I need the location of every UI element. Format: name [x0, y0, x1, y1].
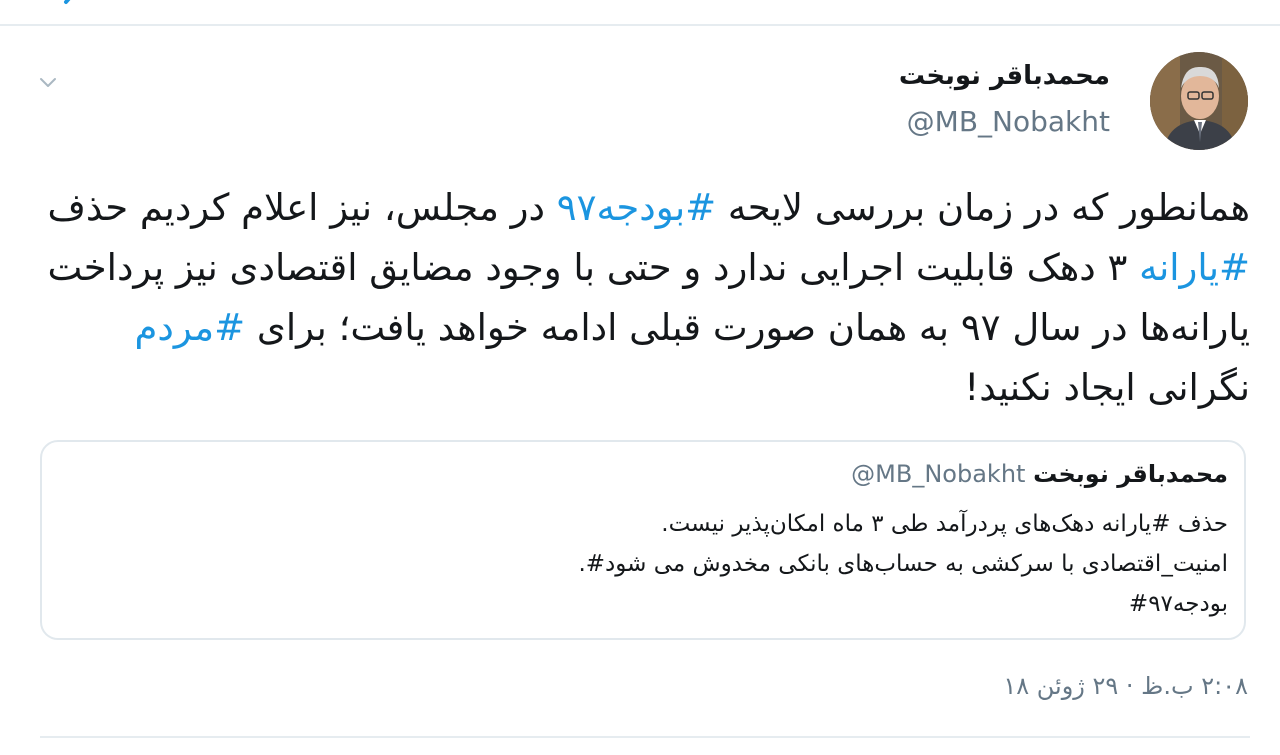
- quoted-line: حذف #یارانه دهک‌های پردرآمد طی ۳ ماه امک…: [661, 511, 1228, 537]
- quoted-line: امنیت_اقتصادی با سرکشی به حساب‌های بانکی…: [578, 551, 1228, 577]
- chevron-down-icon[interactable]: [36, 70, 60, 94]
- quoted-tweet[interactable]: محمدباقر نوبخت @MB_Nobakht حذف #یارانه د…: [40, 440, 1246, 640]
- quoted-tweet-header: محمدباقر نوبخت @MB_Nobakht: [851, 458, 1228, 490]
- quoted-line: بودجه۹۷#: [1128, 591, 1228, 617]
- quoted-author-name: محمدباقر نوبخت: [1033, 460, 1228, 488]
- tweet-text-segment: نگرانی ایجاد نکنید!: [964, 366, 1250, 409]
- back-arrow-icon[interactable]: [56, 0, 96, 22]
- tweet-text: همانطور که در زمان بررسی لایحه #بودجه۹۷ …: [40, 178, 1250, 418]
- tweet-text-segment: همانطور که در زمان بررسی لایحه: [716, 186, 1250, 229]
- quoted-author-handle: @MB_Nobakht: [851, 460, 1026, 488]
- author-name[interactable]: محمدباقر نوبخت: [899, 58, 1110, 94]
- top-divider: [0, 24, 1280, 26]
- avatar[interactable]: [1150, 52, 1248, 150]
- hashtag-link[interactable]: #مردم: [134, 306, 245, 349]
- author-handle[interactable]: @MB_Nobakht: [899, 104, 1110, 140]
- quoted-tweet-body: حذف #یارانه دهک‌های پردرآمد طی ۳ ماه امک…: [58, 504, 1228, 624]
- tweet-text-segment: در مجلس، نیز اعلام کردیم حذف: [47, 186, 557, 229]
- hashtag-link[interactable]: #بودجه۹۷: [557, 186, 716, 229]
- tweet-author: محمدباقر نوبخت @MB_Nobakht: [899, 58, 1110, 140]
- hashtag-link[interactable]: #یارانه: [1139, 246, 1250, 289]
- tweet-timestamp[interactable]: ۲:۰۸ ب.ظ · ۲۹ ژوئن ۱۸: [1003, 672, 1248, 700]
- bottom-divider: [40, 736, 1250, 738]
